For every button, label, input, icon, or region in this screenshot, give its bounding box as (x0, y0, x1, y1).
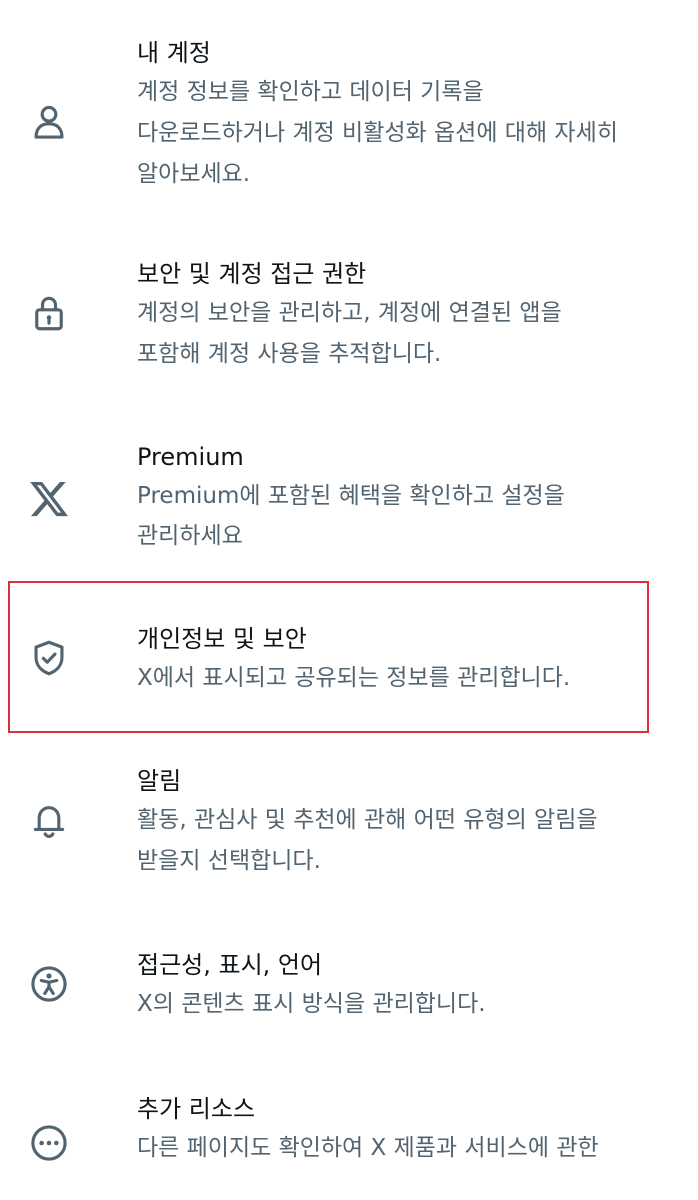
accessibility-icon (28, 963, 70, 1005)
settings-item-privacy[interactable]: 개인정보 및 보안 X에서 표시되고 공유되는 정보를 관리합니다. (0, 620, 698, 710)
bell-icon (28, 800, 70, 842)
settings-item-account[interactable]: 내 계정 계정 정보를 확인하고 데이터 기록을 다운로드하거나 계정 비활성화… (0, 34, 698, 194)
settings-item-description-line: X에서 표시되고 공유되는 정보를 관리합니다. (137, 665, 571, 691)
settings-list: 내 계정 계정 정보를 확인하고 데이터 기록을 다운로드하거나 계정 비활성화… (0, 0, 698, 1200)
settings-item-description-line: 계정의 보안을 관리하고, 계정에 연결된 앱을 (137, 300, 562, 326)
settings-item-description-line: 활동, 관심사 및 추천에 관해 어떤 유형의 알림을 (137, 807, 598, 833)
settings-item-resources[interactable]: 추가 리소스 다른 페이지도 확인하여 X 제품과 서비스에 관한 (0, 1090, 698, 1180)
settings-item-description-line: 계정 정보를 확인하고 데이터 기록을 (137, 79, 484, 105)
person-icon (28, 101, 70, 143)
settings-item-title: 개인정보 및 보안 (137, 625, 307, 653)
settings-item-premium[interactable]: Premium Premium에 포함된 혜택을 확인하고 설정을 관리하세요 (0, 438, 698, 563)
settings-item-title: 보안 및 계정 접근 권한 (137, 260, 367, 288)
settings-item-description-line: X의 콘텐츠 표시 방식을 관리합니다. (137, 991, 486, 1017)
settings-item-text: 추가 리소스 다른 페이지도 확인하여 X 제품과 서비스에 관한 (137, 1090, 678, 1169)
settings-item-accessibility[interactable]: 접근성, 표시, 언어 X의 콘텐츠 표시 방식을 관리합니다. (0, 946, 698, 1036)
settings-item-notifications[interactable]: 알림 활동, 관심사 및 추천에 관해 어떤 유형의 알림을 받을지 선택합니다… (0, 762, 698, 887)
settings-item-title: Premium (137, 443, 244, 471)
shield-check-icon (28, 637, 70, 679)
settings-item-description-line: 받을지 선택합니다. (137, 848, 321, 874)
settings-item-description-line: Premium에 포함된 혜택을 확인하고 설정을 (137, 483, 565, 509)
settings-item-text: 개인정보 및 보안 X에서 표시되고 공유되는 정보를 관리합니다. (137, 620, 678, 699)
settings-item-text: 내 계정 계정 정보를 확인하고 데이터 기록을 다운로드하거나 계정 비활성화… (137, 34, 678, 195)
settings-item-text: Premium Premium에 포함된 혜택을 확인하고 설정을 관리하세요 (137, 438, 678, 556)
more-icon (28, 1122, 70, 1164)
settings-item-security[interactable]: 보안 및 계정 접근 권한 계정의 보안을 관리하고, 계정에 연결된 앱을 포… (0, 255, 698, 380)
lock-icon (28, 292, 70, 334)
settings-item-description-line: 관리하세요 (137, 523, 243, 549)
settings-item-description-line: 다른 페이지도 확인하여 X 제품과 서비스에 관한 (137, 1135, 599, 1161)
settings-item-description-line: 다운로드하거나 계정 비활성화 옵션에 대해 자세히 (137, 120, 618, 146)
settings-item-title: 내 계정 (137, 39, 211, 67)
settings-item-description-line: 포함해 계정 사용을 추적합니다. (137, 341, 442, 367)
settings-item-description-line: 알아보세요. (137, 161, 251, 187)
settings-item-title: 추가 리소스 (137, 1095, 256, 1123)
settings-item-text: 알림 활동, 관심사 및 추천에 관해 어떤 유형의 알림을 받을지 선택합니다… (137, 762, 678, 882)
settings-item-title: 알림 (137, 767, 182, 795)
settings-item-title: 접근성, 표시, 언어 (137, 951, 323, 979)
settings-item-text: 보안 및 계정 접근 권한 계정의 보안을 관리하고, 계정에 연결된 앱을 포… (137, 255, 678, 375)
x-logo-icon (28, 478, 70, 520)
settings-item-text: 접근성, 표시, 언어 X의 콘텐츠 표시 방식을 관리합니다. (137, 946, 678, 1025)
